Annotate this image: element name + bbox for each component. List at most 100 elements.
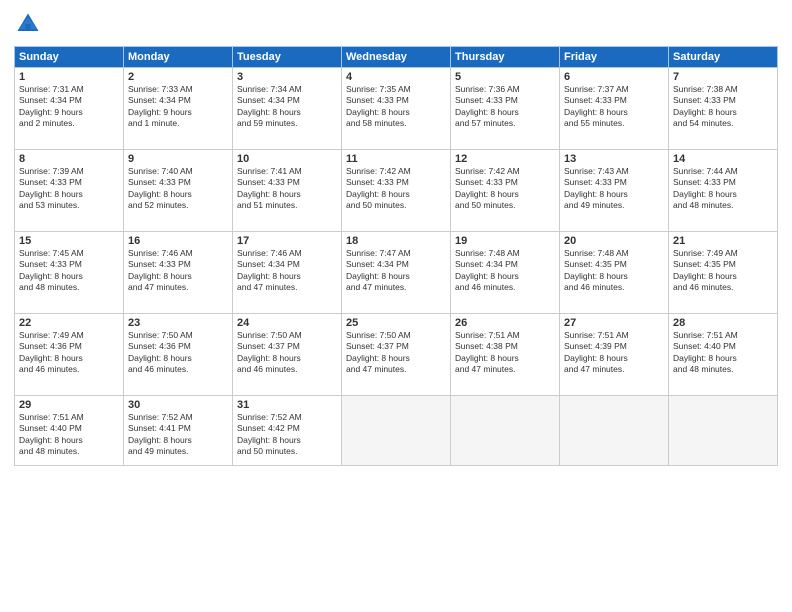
logo-icon xyxy=(14,10,42,38)
day-info: Sunrise: 7:51 AMSunset: 4:39 PMDaylight:… xyxy=(564,330,664,376)
calendar-cell: 15Sunrise: 7:45 AMSunset: 4:33 PMDayligh… xyxy=(15,232,124,314)
day-info: Sunrise: 7:39 AMSunset: 4:33 PMDaylight:… xyxy=(19,166,119,212)
day-info: Sunrise: 7:37 AMSunset: 4:33 PMDaylight:… xyxy=(564,84,664,130)
day-info: Sunrise: 7:35 AMSunset: 4:33 PMDaylight:… xyxy=(346,84,446,130)
day-info: Sunrise: 7:45 AMSunset: 4:33 PMDaylight:… xyxy=(19,248,119,294)
day-number: 27 xyxy=(564,317,664,329)
calendar-cell: 26Sunrise: 7:51 AMSunset: 4:38 PMDayligh… xyxy=(451,314,560,396)
day-number: 23 xyxy=(128,317,228,329)
day-info: Sunrise: 7:36 AMSunset: 4:33 PMDaylight:… xyxy=(455,84,555,130)
weekday-header-thursday: Thursday xyxy=(451,47,560,68)
day-info: Sunrise: 7:46 AMSunset: 4:33 PMDaylight:… xyxy=(128,248,228,294)
calendar-cell: 29Sunrise: 7:51 AMSunset: 4:40 PMDayligh… xyxy=(15,396,124,466)
calendar-cell: 22Sunrise: 7:49 AMSunset: 4:36 PMDayligh… xyxy=(15,314,124,396)
calendar-cell: 2Sunrise: 7:33 AMSunset: 4:34 PMDaylight… xyxy=(124,68,233,150)
day-info: Sunrise: 7:41 AMSunset: 4:33 PMDaylight:… xyxy=(237,166,337,212)
calendar-cell xyxy=(560,396,669,466)
calendar-cell: 3Sunrise: 7:34 AMSunset: 4:34 PMDaylight… xyxy=(233,68,342,150)
calendar-cell: 8Sunrise: 7:39 AMSunset: 4:33 PMDaylight… xyxy=(15,150,124,232)
day-number: 5 xyxy=(455,71,555,83)
day-number: 21 xyxy=(673,235,773,247)
day-number: 9 xyxy=(128,153,228,165)
calendar-header-row: SundayMondayTuesdayWednesdayThursdayFrid… xyxy=(15,47,778,68)
day-info: Sunrise: 7:42 AMSunset: 4:33 PMDaylight:… xyxy=(455,166,555,212)
calendar-cell: 19Sunrise: 7:48 AMSunset: 4:34 PMDayligh… xyxy=(451,232,560,314)
day-number: 1 xyxy=(19,71,119,83)
day-info: Sunrise: 7:50 AMSunset: 4:37 PMDaylight:… xyxy=(346,330,446,376)
calendar-cell: 18Sunrise: 7:47 AMSunset: 4:34 PMDayligh… xyxy=(342,232,451,314)
calendar-cell: 31Sunrise: 7:52 AMSunset: 4:42 PMDayligh… xyxy=(233,396,342,466)
day-info: Sunrise: 7:51 AMSunset: 4:40 PMDaylight:… xyxy=(19,412,119,458)
day-info: Sunrise: 7:40 AMSunset: 4:33 PMDaylight:… xyxy=(128,166,228,212)
calendar-cell xyxy=(451,396,560,466)
day-number: 4 xyxy=(346,71,446,83)
day-number: 2 xyxy=(128,71,228,83)
day-number: 14 xyxy=(673,153,773,165)
calendar-week-1: 1Sunrise: 7:31 AMSunset: 4:34 PMDaylight… xyxy=(15,68,778,150)
calendar-week-2: 8Sunrise: 7:39 AMSunset: 4:33 PMDaylight… xyxy=(15,150,778,232)
day-number: 3 xyxy=(237,71,337,83)
day-info: Sunrise: 7:43 AMSunset: 4:33 PMDaylight:… xyxy=(564,166,664,212)
calendar-cell: 28Sunrise: 7:51 AMSunset: 4:40 PMDayligh… xyxy=(669,314,778,396)
day-number: 26 xyxy=(455,317,555,329)
day-info: Sunrise: 7:51 AMSunset: 4:38 PMDaylight:… xyxy=(455,330,555,376)
day-info: Sunrise: 7:38 AMSunset: 4:33 PMDaylight:… xyxy=(673,84,773,130)
day-number: 18 xyxy=(346,235,446,247)
weekday-header-saturday: Saturday xyxy=(669,47,778,68)
page: SundayMondayTuesdayWednesdayThursdayFrid… xyxy=(0,0,792,612)
calendar-cell: 11Sunrise: 7:42 AMSunset: 4:33 PMDayligh… xyxy=(342,150,451,232)
day-info: Sunrise: 7:52 AMSunset: 4:42 PMDaylight:… xyxy=(237,412,337,458)
day-number: 24 xyxy=(237,317,337,329)
day-number: 12 xyxy=(455,153,555,165)
calendar-cell: 14Sunrise: 7:44 AMSunset: 4:33 PMDayligh… xyxy=(669,150,778,232)
day-number: 10 xyxy=(237,153,337,165)
day-number: 28 xyxy=(673,317,773,329)
day-info: Sunrise: 7:52 AMSunset: 4:41 PMDaylight:… xyxy=(128,412,228,458)
calendar-cell: 9Sunrise: 7:40 AMSunset: 4:33 PMDaylight… xyxy=(124,150,233,232)
day-number: 29 xyxy=(19,399,119,411)
day-info: Sunrise: 7:48 AMSunset: 4:34 PMDaylight:… xyxy=(455,248,555,294)
calendar-table: SundayMondayTuesdayWednesdayThursdayFrid… xyxy=(14,46,778,466)
calendar-cell: 24Sunrise: 7:50 AMSunset: 4:37 PMDayligh… xyxy=(233,314,342,396)
calendar-cell: 13Sunrise: 7:43 AMSunset: 4:33 PMDayligh… xyxy=(560,150,669,232)
day-info: Sunrise: 7:49 AMSunset: 4:36 PMDaylight:… xyxy=(19,330,119,376)
day-info: Sunrise: 7:50 AMSunset: 4:37 PMDaylight:… xyxy=(237,330,337,376)
calendar-cell: 17Sunrise: 7:46 AMSunset: 4:34 PMDayligh… xyxy=(233,232,342,314)
day-number: 22 xyxy=(19,317,119,329)
day-info: Sunrise: 7:49 AMSunset: 4:35 PMDaylight:… xyxy=(673,248,773,294)
logo xyxy=(14,10,46,38)
day-info: Sunrise: 7:44 AMSunset: 4:33 PMDaylight:… xyxy=(673,166,773,212)
day-number: 19 xyxy=(455,235,555,247)
calendar-week-5: 29Sunrise: 7:51 AMSunset: 4:40 PMDayligh… xyxy=(15,396,778,466)
weekday-header-friday: Friday xyxy=(560,47,669,68)
calendar-week-4: 22Sunrise: 7:49 AMSunset: 4:36 PMDayligh… xyxy=(15,314,778,396)
day-info: Sunrise: 7:47 AMSunset: 4:34 PMDaylight:… xyxy=(346,248,446,294)
calendar-cell: 16Sunrise: 7:46 AMSunset: 4:33 PMDayligh… xyxy=(124,232,233,314)
calendar-cell: 25Sunrise: 7:50 AMSunset: 4:37 PMDayligh… xyxy=(342,314,451,396)
day-number: 11 xyxy=(346,153,446,165)
calendar-cell: 10Sunrise: 7:41 AMSunset: 4:33 PMDayligh… xyxy=(233,150,342,232)
calendar-cell: 4Sunrise: 7:35 AMSunset: 4:33 PMDaylight… xyxy=(342,68,451,150)
day-number: 15 xyxy=(19,235,119,247)
day-number: 30 xyxy=(128,399,228,411)
calendar-cell: 6Sunrise: 7:37 AMSunset: 4:33 PMDaylight… xyxy=(560,68,669,150)
day-number: 25 xyxy=(346,317,446,329)
weekday-header-wednesday: Wednesday xyxy=(342,47,451,68)
day-info: Sunrise: 7:50 AMSunset: 4:36 PMDaylight:… xyxy=(128,330,228,376)
calendar-cell xyxy=(342,396,451,466)
day-info: Sunrise: 7:33 AMSunset: 4:34 PMDaylight:… xyxy=(128,84,228,130)
calendar-cell: 7Sunrise: 7:38 AMSunset: 4:33 PMDaylight… xyxy=(669,68,778,150)
calendar-cell: 30Sunrise: 7:52 AMSunset: 4:41 PMDayligh… xyxy=(124,396,233,466)
header xyxy=(14,10,778,38)
day-number: 13 xyxy=(564,153,664,165)
calendar-cell: 20Sunrise: 7:48 AMSunset: 4:35 PMDayligh… xyxy=(560,232,669,314)
day-number: 16 xyxy=(128,235,228,247)
calendar-cell: 27Sunrise: 7:51 AMSunset: 4:39 PMDayligh… xyxy=(560,314,669,396)
calendar-cell xyxy=(669,396,778,466)
calendar-week-3: 15Sunrise: 7:45 AMSunset: 4:33 PMDayligh… xyxy=(15,232,778,314)
day-info: Sunrise: 7:48 AMSunset: 4:35 PMDaylight:… xyxy=(564,248,664,294)
day-number: 17 xyxy=(237,235,337,247)
calendar-cell: 23Sunrise: 7:50 AMSunset: 4:36 PMDayligh… xyxy=(124,314,233,396)
day-info: Sunrise: 7:42 AMSunset: 4:33 PMDaylight:… xyxy=(346,166,446,212)
calendar-cell: 12Sunrise: 7:42 AMSunset: 4:33 PMDayligh… xyxy=(451,150,560,232)
